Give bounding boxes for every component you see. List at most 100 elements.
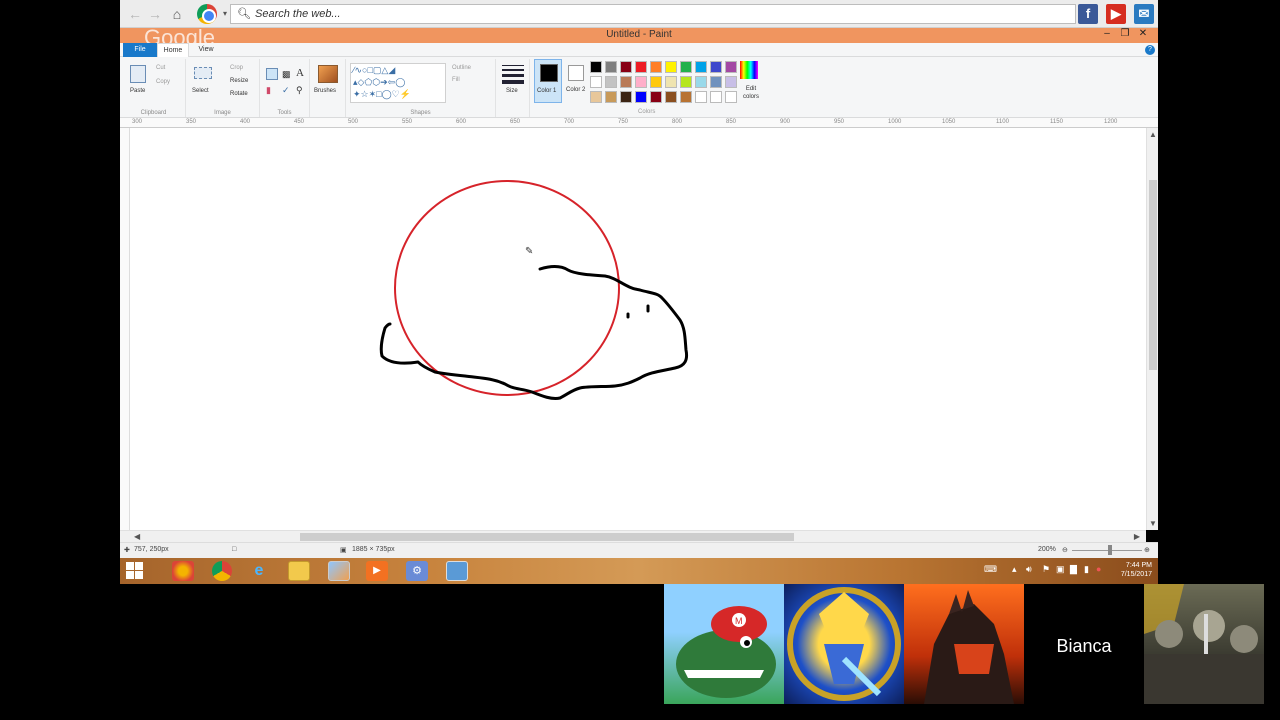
participant-tile-bianca[interactable]: Bianca: [1024, 584, 1144, 704]
paste-icon[interactable]: [130, 65, 146, 83]
color-swatch[interactable]: [710, 76, 722, 88]
paint-canvas[interactable]: ✎: [120, 128, 1158, 530]
edit-colors-button[interactable]: Edit colors: [738, 85, 764, 101]
scroll-up-icon[interactable]: ▲: [1149, 130, 1157, 139]
color-swatch[interactable]: [680, 76, 692, 88]
color-swatch[interactable]: [695, 76, 707, 88]
color-swatch[interactable]: [650, 91, 662, 103]
edit-colors-icon[interactable]: [740, 61, 758, 79]
polygon-shape-icon[interactable]: ▴◇⬠⬡➔⇦◯: [353, 78, 405, 87]
brushes-icon[interactable]: [318, 65, 338, 83]
color-swatch[interactable]: [635, 91, 647, 103]
color-swatch[interactable]: [620, 91, 632, 103]
color-swatch[interactable]: [620, 61, 632, 73]
tab-file[interactable]: File: [123, 43, 157, 57]
forward-arrow-icon[interactable]: →: [146, 5, 164, 23]
clock[interactable]: 7:44 PM 7/15/2017: [1121, 561, 1152, 579]
resize-button[interactable]: Resize: [230, 78, 248, 84]
participant-tile-godzilla[interactable]: [904, 584, 1024, 704]
color-swatch[interactable]: [725, 76, 737, 88]
color-swatch[interactable]: [680, 91, 692, 103]
scroll-left-icon[interactable]: ◀: [134, 532, 140, 541]
color-swatch[interactable]: [665, 91, 677, 103]
tab-home[interactable]: Home: [157, 43, 189, 57]
select-icon[interactable]: [194, 67, 212, 79]
internet-explorer-icon[interactable]: e: [248, 561, 270, 581]
line-shape-icon[interactable]: ∕∿○□▢△◢: [353, 66, 395, 75]
copy-button[interactable]: Copy: [156, 79, 170, 85]
color-swatch[interactable]: [590, 61, 602, 73]
chrome-icon[interactable]: [197, 4, 217, 24]
color-swatch[interactable]: [635, 76, 647, 88]
scroll-down-icon[interactable]: ▼: [1149, 519, 1157, 528]
outline-button[interactable]: Outline: [452, 65, 471, 71]
participant-tile-gator[interactable]: M: [664, 584, 784, 704]
horizontal-scrollbar[interactable]: ◀ ▶: [120, 530, 1146, 542]
chrome-icon[interactable]: [212, 561, 232, 581]
vertical-scroll-thumb[interactable]: [1149, 180, 1157, 370]
color-picker-icon[interactable]: ✓: [282, 85, 290, 96]
fill-button[interactable]: Fill: [452, 77, 460, 83]
tool-app-icon[interactable]: ⚙: [406, 561, 428, 581]
size-icon[interactable]: [502, 65, 524, 84]
color-swatch[interactable]: [620, 76, 632, 88]
crop-button[interactable]: Crop: [230, 65, 243, 71]
color-swatch[interactable]: [590, 91, 602, 103]
keyboard-icon[interactable]: ⌨: [984, 564, 997, 575]
zoom-out-icon[interactable]: ⊖: [1062, 546, 1068, 554]
antivirus-icon[interactable]: ●: [1096, 564, 1101, 574]
participant-tile-soldiers[interactable]: [1144, 584, 1264, 704]
chrome-beta-icon[interactable]: [172, 561, 194, 581]
magnifier-icon[interactable]: ⚲: [296, 85, 303, 96]
drawing-surface[interactable]: ✎: [120, 128, 1146, 530]
color-swatch[interactable]: [650, 76, 662, 88]
size-label[interactable]: Size: [506, 88, 518, 94]
minimize-icon[interactable]: –: [1098, 28, 1116, 39]
shapes-gallery[interactable]: ∕∿○□▢△◢ ▴◇⬠⬡➔⇦◯ ✦☆✶□◯♡⚡: [350, 63, 446, 103]
color1-button[interactable]: Color 1: [534, 59, 562, 103]
color-swatch[interactable]: [665, 61, 677, 73]
color-swatch[interactable]: [710, 61, 722, 73]
network-icon[interactable]: ▇: [1070, 564, 1077, 575]
color2-label[interactable]: Color 2: [566, 87, 585, 93]
color-swatch[interactable]: [695, 61, 707, 73]
paint-app-icon[interactable]: [328, 561, 350, 581]
horizontal-scroll-thumb[interactable]: [300, 533, 794, 541]
vertical-scrollbar[interactable]: ▲ ▼: [1146, 128, 1158, 530]
color-swatch[interactable]: [710, 91, 722, 103]
tray-arrow-icon[interactable]: ▴: [1012, 564, 1017, 575]
paste-label[interactable]: Paste: [130, 88, 145, 94]
maximize-icon[interactable]: ❐: [1116, 28, 1134, 39]
flag-icon[interactable]: ⚑: [1042, 564, 1050, 575]
brushes-button[interactable]: Brushes: [314, 88, 336, 94]
zoom-slider-thumb[interactable]: [1108, 545, 1112, 555]
battery-icon[interactable]: ▮: [1084, 564, 1089, 575]
back-arrow-icon[interactable]: ←: [126, 5, 144, 23]
color-swatch[interactable]: [725, 61, 737, 73]
color-swatch[interactable]: [695, 91, 707, 103]
messenger-icon[interactable]: ✉: [1134, 4, 1154, 24]
facebook-icon[interactable]: f: [1078, 4, 1098, 24]
file-explorer-icon[interactable]: [288, 561, 310, 581]
eraser-icon[interactable]: ▮: [266, 85, 271, 96]
rotate-button[interactable]: Rotate: [230, 91, 248, 97]
help-icon[interactable]: ?: [1145, 45, 1155, 55]
color-swatch[interactable]: [680, 61, 692, 73]
windows-start-icon[interactable]: [126, 562, 144, 580]
color2-swatch[interactable]: [568, 65, 584, 81]
color-swatch[interactable]: [665, 76, 677, 88]
display-app-icon[interactable]: [446, 561, 468, 581]
color-swatch[interactable]: [605, 76, 617, 88]
color-swatch[interactable]: [605, 91, 617, 103]
close-icon[interactable]: ✕: [1134, 28, 1152, 39]
zoom-in-icon[interactable]: ⊕: [1144, 546, 1150, 554]
scroll-right-icon[interactable]: ▶: [1134, 532, 1140, 541]
pencil-icon[interactable]: [266, 68, 278, 80]
select-label[interactable]: Select: [192, 88, 209, 94]
media-player-icon[interactable]: ▶: [366, 561, 388, 581]
color-swatch[interactable]: [725, 91, 737, 103]
color-swatch[interactable]: [605, 61, 617, 73]
tab-view[interactable]: View: [189, 43, 223, 57]
volume-icon[interactable]: 🔊︎: [1026, 564, 1032, 575]
color-swatch[interactable]: [635, 61, 647, 73]
